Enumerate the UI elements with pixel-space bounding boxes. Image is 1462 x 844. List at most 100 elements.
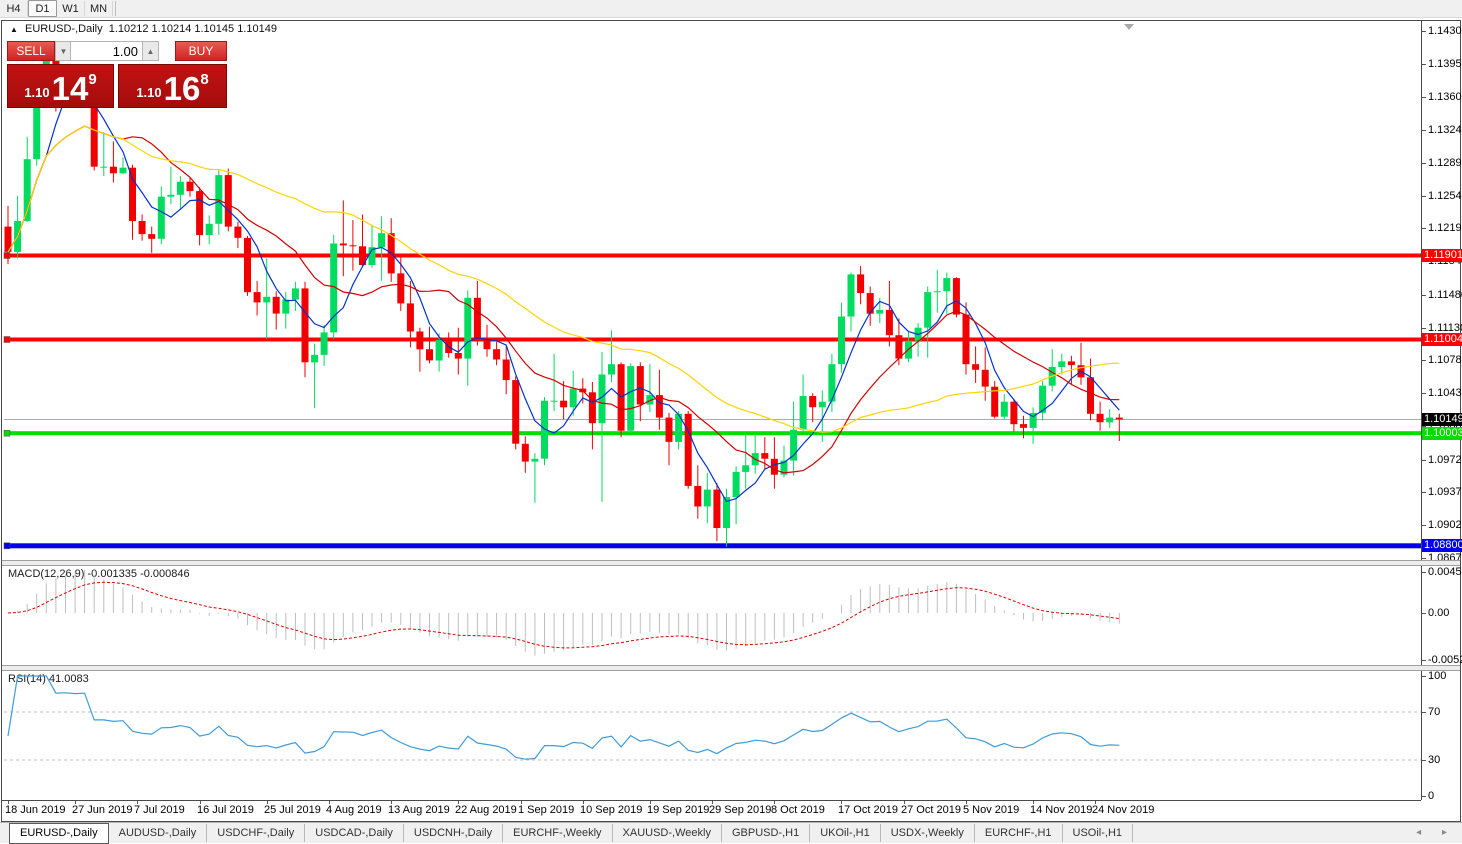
macd-indicator-panel[interactable]: MACD(12,26,9) -0.001335 -0.000846 [2, 565, 1421, 665]
line-anchor[interactable] [4, 430, 10, 436]
price-tick: 1.10780 [1422, 354, 1462, 366]
candle-body [273, 297, 280, 314]
date-label: 16 Jul 2019 [197, 804, 254, 816]
horizontal-level-line[interactable] [4, 543, 1421, 548]
symbol-name: EURUSD-,Daily [25, 23, 103, 35]
candle-body [234, 227, 241, 238]
price-level-badge: 1.11004 [1422, 333, 1462, 346]
date-axis[interactable]: 18 Jun 201927 Jun 20197 Jul 201916 Jul 2… [2, 800, 1421, 820]
horizontal-level-line[interactable] [4, 431, 1421, 435]
macd-chart[interactable] [2, 565, 1421, 665]
candle-body [254, 292, 261, 302]
volume-increase-button[interactable]: ▲ [142, 41, 159, 61]
sell-price-box[interactable]: 1.10 14 9 [7, 64, 114, 108]
date-label: 8 Oct 2019 [771, 804, 825, 816]
timeframe-w1-button[interactable]: W1 [57, 1, 85, 16]
sell-price-sup: 9 [88, 71, 96, 88]
candle-body [407, 303, 414, 331]
tab-xauusd-weekly[interactable]: XAUUSD-,Weekly [613, 824, 722, 842]
candle-body [771, 459, 778, 475]
candle-body [120, 168, 127, 174]
candle-body [512, 380, 519, 444]
candle-body [1116, 418, 1123, 420]
candle-body [282, 300, 289, 314]
sell-button[interactable]: SELL [7, 41, 55, 61]
volume-input[interactable] [70, 41, 143, 61]
candle-body [416, 332, 423, 350]
tab-usdcad-daily[interactable]: USDCAD-,Daily [305, 824, 404, 842]
horizontal-level-line[interactable] [4, 338, 1421, 342]
candle-body [311, 355, 318, 363]
line-anchor[interactable] [4, 337, 10, 343]
horizontal-level-line[interactable] [4, 254, 1421, 258]
candle-body [608, 364, 615, 374]
date-label: 22 Aug 2019 [455, 804, 517, 816]
candle-body [857, 274, 864, 293]
candle-body [560, 401, 567, 408]
candle-body [177, 182, 184, 195]
price-tick: 1.12540 [1422, 190, 1462, 202]
date-label: 19 Sep 2019 [647, 804, 709, 816]
candle-body [924, 292, 931, 328]
date-label: 18 Jun 2019 [5, 804, 66, 816]
candle-body [685, 414, 692, 486]
line-anchor[interactable] [4, 253, 10, 259]
buy-price-sup: 8 [200, 71, 208, 88]
one-click-trade-panel: SELL ▼ ▲ BUY 1.10 14 9 1.10 16 8 [7, 41, 227, 108]
price-axis[interactable]: 1.143001.139501.136001.132401.128901.125… [1422, 21, 1462, 800]
tab-gbpusd-h1[interactable]: GBPUSD-,H1 [722, 824, 810, 842]
candle-body [963, 315, 970, 365]
candle-body [455, 353, 462, 359]
candle-body [694, 486, 701, 507]
candle-body [876, 310, 883, 314]
buy-button[interactable]: BUY [175, 41, 227, 61]
price-level-badge: 1.10003 [1422, 427, 1462, 440]
rsi-indicator-panel[interactable]: RSI(14) 41.0083 [2, 670, 1421, 798]
candle-body [110, 167, 117, 174]
sell-price-big: 14 [52, 74, 89, 104]
candle-body [503, 360, 510, 381]
tab-ukoil-h1[interactable]: UKOil-,H1 [810, 824, 881, 842]
candle-body [809, 396, 816, 407]
timeframe-mn-button[interactable]: MN [85, 1, 113, 16]
candle-body [263, 297, 270, 303]
tab-scroll-arrows[interactable]: ◂ ▸ [1416, 827, 1456, 838]
tab-eurusd-daily[interactable]: EURUSD-,Daily [9, 823, 109, 844]
scroll-end-marker-icon[interactable] [1124, 24, 1134, 30]
candle-body [589, 392, 596, 423]
ohlc-values: 1.10212 1.10214 1.10145 1.10149 [109, 23, 277, 35]
timeframe-d1-button[interactable]: D1 [28, 0, 57, 17]
date-label: 25 Jul 2019 [264, 804, 321, 816]
price-tick: 1.10430 [1422, 387, 1462, 399]
tab-usdx-weekly[interactable]: USDX-,Weekly [881, 824, 975, 842]
tab-eurchf-weekly[interactable]: EURCHF-,Weekly [503, 824, 612, 842]
date-label: 5 Nov 2019 [963, 804, 1019, 816]
candle-body [867, 293, 874, 314]
line-anchor[interactable] [4, 543, 10, 549]
rsi-chart[interactable] [2, 670, 1421, 798]
date-label: 13 Aug 2019 [388, 804, 450, 816]
candle-body [828, 364, 835, 401]
date-label: 7 Jul 2019 [134, 804, 185, 816]
price-tick: 1.09020 [1422, 519, 1462, 531]
candle-body [819, 402, 826, 408]
date-label: 29 Sep 2019 [709, 804, 771, 816]
collapse-arrow-icon[interactable]: ▲ [10, 25, 18, 34]
tab-usdcnh-daily[interactable]: USDCNH-,Daily [404, 824, 503, 842]
chart-symbol-header: ▲ EURUSD-,Daily 1.10212 1.10214 1.10145 … [10, 23, 277, 35]
candle-body [436, 340, 443, 361]
tab-audusd-daily[interactable]: AUDUSD-,Daily [109, 824, 208, 842]
buy-price-box[interactable]: 1.10 16 8 [118, 64, 227, 108]
candle-body [943, 278, 950, 291]
tab-usoil-h1[interactable]: USOil-,H1 [1063, 824, 1134, 842]
candle-body [426, 349, 433, 360]
buy-price-small: 1.10 [136, 85, 161, 100]
chart-tab-bar: EURUSD-,Daily AUDUSD-,Daily USDCHF-,Dail… [0, 822, 1462, 843]
candle-body [139, 221, 146, 234]
candle-body [129, 168, 136, 221]
tab-usdchf-daily[interactable]: USDCHF-,Daily [207, 824, 305, 842]
tab-eurchf-h1[interactable]: EURCHF-,H1 [975, 824, 1063, 842]
rsi-line [8, 676, 1119, 759]
timeframe-toolbar: H4 D1 W1 MN [0, 0, 1462, 18]
timeframe-h4-button[interactable]: H4 [0, 1, 28, 16]
